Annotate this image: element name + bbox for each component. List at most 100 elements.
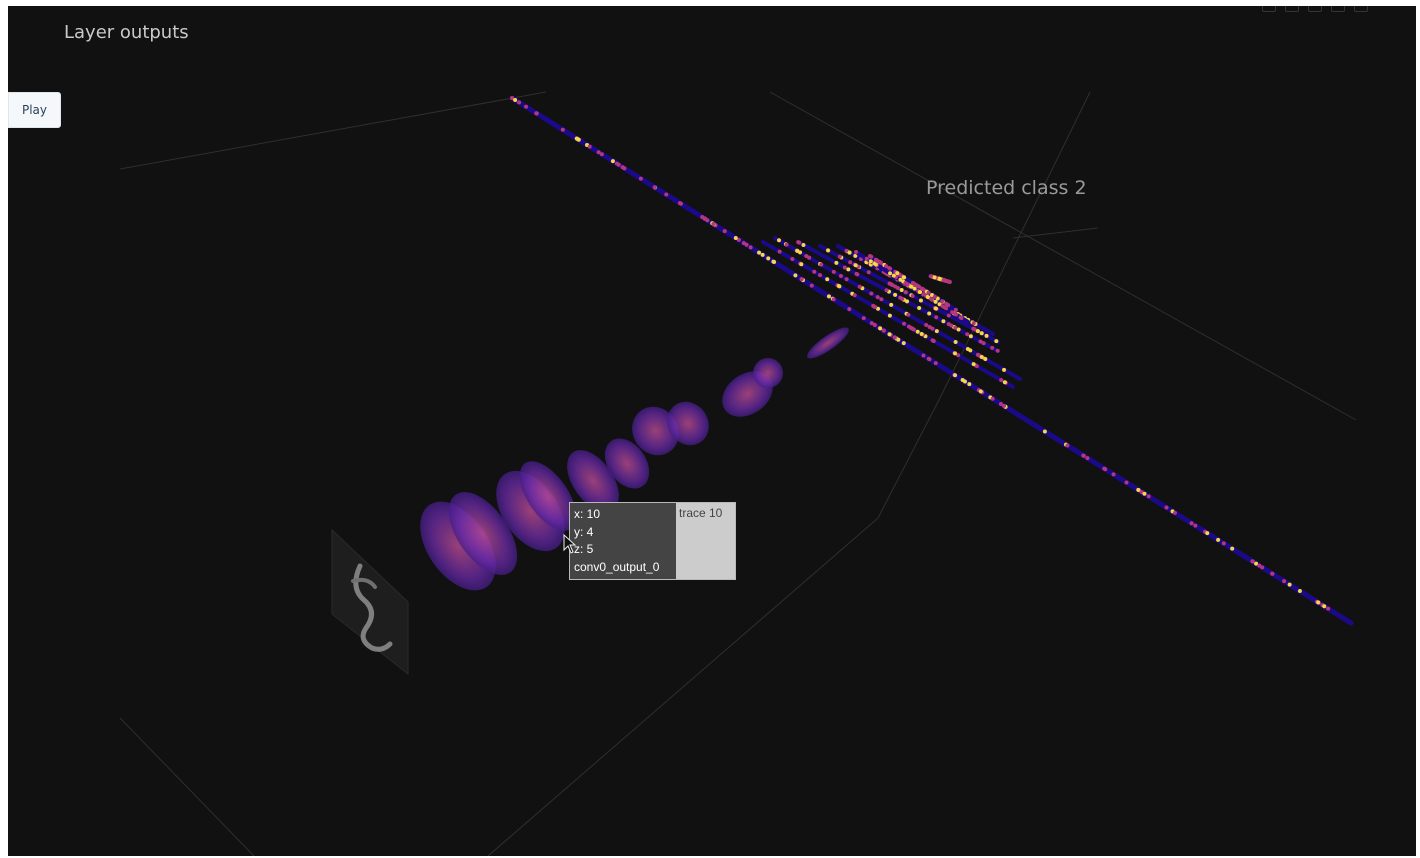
- trace-point: [896, 337, 901, 342]
- trace-point: [846, 267, 851, 272]
- trace-point: [1282, 579, 1287, 584]
- trace-point: [854, 271, 859, 276]
- trace-point: [900, 296, 905, 301]
- trace-point: [852, 293, 857, 298]
- trace-point: [1221, 541, 1226, 546]
- trace-point: [610, 159, 615, 164]
- trace-point: [834, 260, 839, 265]
- trace-point: [990, 345, 995, 350]
- trace-point: [844, 277, 849, 282]
- trace-point: [958, 315, 963, 320]
- input-image: [331, 528, 409, 676]
- hover-values: x: 10 y: 4 z: 5 conv0_output_0: [570, 503, 676, 579]
- hover-x: x: 10: [574, 507, 601, 521]
- trace-point: [971, 321, 976, 326]
- trace-point: [1189, 521, 1194, 526]
- trace-point: [517, 100, 522, 105]
- trace-point: [962, 379, 967, 384]
- trace-point: [574, 136, 579, 141]
- trace-point: [941, 319, 946, 324]
- trace-point: [776, 238, 781, 243]
- trace-point: [926, 290, 931, 295]
- trace-point: [616, 162, 621, 167]
- trace-point: [1142, 491, 1147, 496]
- trace-point: [953, 307, 958, 312]
- trace-point: [1257, 563, 1262, 568]
- trace-point: [895, 271, 900, 276]
- play-button[interactable]: Play: [8, 92, 61, 128]
- trace-point: [1297, 589, 1302, 594]
- trace-point: [953, 339, 958, 344]
- trace-point: [596, 150, 601, 155]
- trace-point: [1085, 456, 1090, 461]
- trace-point: [946, 313, 951, 318]
- trace-point: [866, 270, 871, 275]
- trace-point: [915, 329, 920, 334]
- rotate-icon[interactable]: [1331, 6, 1345, 12]
- zoom-icon[interactable]: [1285, 6, 1299, 12]
- trace-point: [887, 313, 892, 318]
- 3d-scene[interactable]: [8, 6, 1416, 856]
- trace-point: [937, 276, 942, 281]
- trace-point: [934, 329, 939, 334]
- hover-text: conv0_output_0: [574, 559, 660, 574]
- mouse-cursor-icon: [563, 534, 577, 554]
- plot-area[interactable]: Layer outputs Play Predicted class 2 x: …: [8, 6, 1416, 856]
- trace-point: [748, 245, 753, 250]
- trace-point: [887, 332, 892, 337]
- trace-point: [901, 275, 906, 280]
- trace-point: [826, 294, 831, 299]
- trace-point: [933, 306, 938, 311]
- trace-point: [919, 332, 924, 337]
- predicted-class-annotation: Predicted class 2: [926, 177, 1087, 199]
- trace-point: [924, 323, 929, 328]
- trace-point: [934, 315, 939, 320]
- trace-point: [679, 201, 684, 206]
- trace-point: [777, 249, 782, 254]
- trace-point: [873, 305, 878, 310]
- trace-point: [793, 273, 798, 278]
- camera-icon[interactable]: [1262, 6, 1276, 12]
- trace-point: [771, 259, 776, 264]
- trace-point: [1205, 531, 1210, 536]
- trace-point: [891, 273, 896, 278]
- trace-point: [819, 262, 824, 267]
- trace-point: [968, 334, 973, 339]
- home-icon[interactable]: [1354, 6, 1368, 12]
- trace-point: [921, 353, 926, 358]
- trace-point: [809, 283, 814, 288]
- trace-point: [784, 242, 789, 247]
- plot-modebar[interactable]: [1262, 6, 1368, 12]
- trace-point: [998, 401, 1003, 406]
- pan-icon[interactable]: [1308, 6, 1322, 12]
- trace-point: [587, 144, 592, 149]
- trace-point: [898, 277, 903, 282]
- trace-point: [825, 277, 830, 282]
- trace-point: [884, 264, 889, 269]
- trace-point: [889, 282, 894, 287]
- trace-point: [953, 351, 958, 356]
- trace-point: [524, 104, 529, 109]
- trace-point: [1042, 429, 1047, 434]
- trace-point: [984, 333, 989, 338]
- trace-point: [1322, 604, 1327, 609]
- trace-point: [877, 259, 882, 264]
- trace-point: [795, 248, 800, 253]
- trace-point: [933, 361, 938, 366]
- trace-point: [990, 396, 995, 401]
- trace-point: [853, 263, 858, 268]
- trace-point: [711, 222, 716, 227]
- trace-point: [917, 306, 922, 311]
- trace-point: [975, 329, 980, 334]
- trace-point: [638, 176, 643, 181]
- trace-point: [971, 326, 976, 331]
- trace-point: [915, 284, 920, 289]
- trace-point: [895, 286, 900, 291]
- trace-point: [837, 254, 842, 259]
- trace-point: [884, 288, 889, 293]
- trace-point: [947, 279, 952, 284]
- trace-point: [799, 277, 804, 282]
- trace-point: [926, 356, 931, 361]
- feature-map: [807, 327, 849, 359]
- trace-point: [757, 250, 762, 255]
